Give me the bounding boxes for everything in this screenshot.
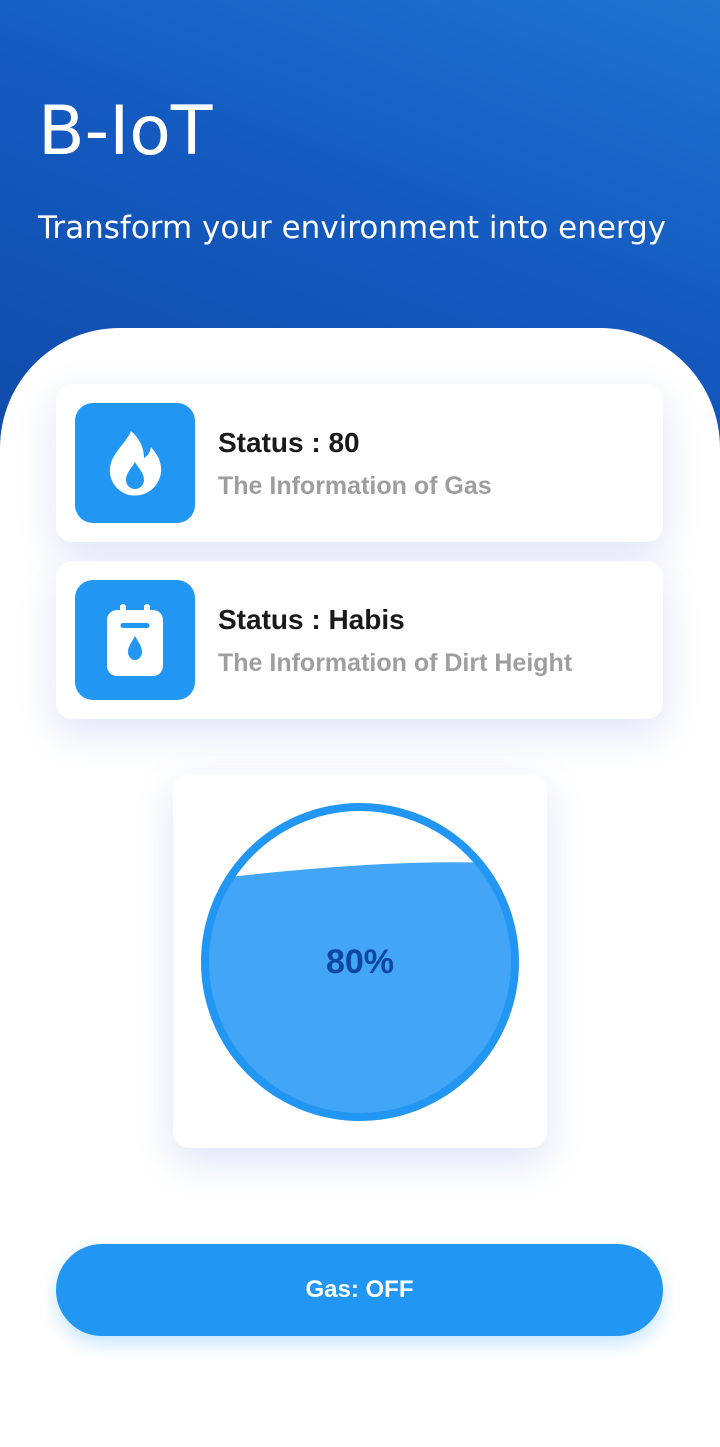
dirt-status: Status : Habis: [218, 604, 405, 635]
gas-level-gauge: 80%: [173, 774, 547, 1148]
app-subtitle: Transform your environment into energy: [38, 210, 667, 246]
water-tank-icon: [75, 580, 195, 700]
flame-icon: [75, 403, 195, 523]
dirt-info-card[interactable]: Status : Habis The Information of Dirt H…: [56, 561, 663, 719]
gauge-percentage: 80%: [325, 943, 395, 981]
dirt-description: The Information of Dirt Height: [218, 649, 573, 677]
gas-status: Status : 80: [218, 427, 360, 458]
app-title: B-IoT: [38, 92, 213, 171]
gas-description: The Information of Gas: [218, 472, 492, 500]
gas-info-card[interactable]: Status : 80 The Information of Gas: [56, 384, 663, 542]
gas-toggle-button[interactable]: Gas: OFF: [56, 1244, 663, 1336]
